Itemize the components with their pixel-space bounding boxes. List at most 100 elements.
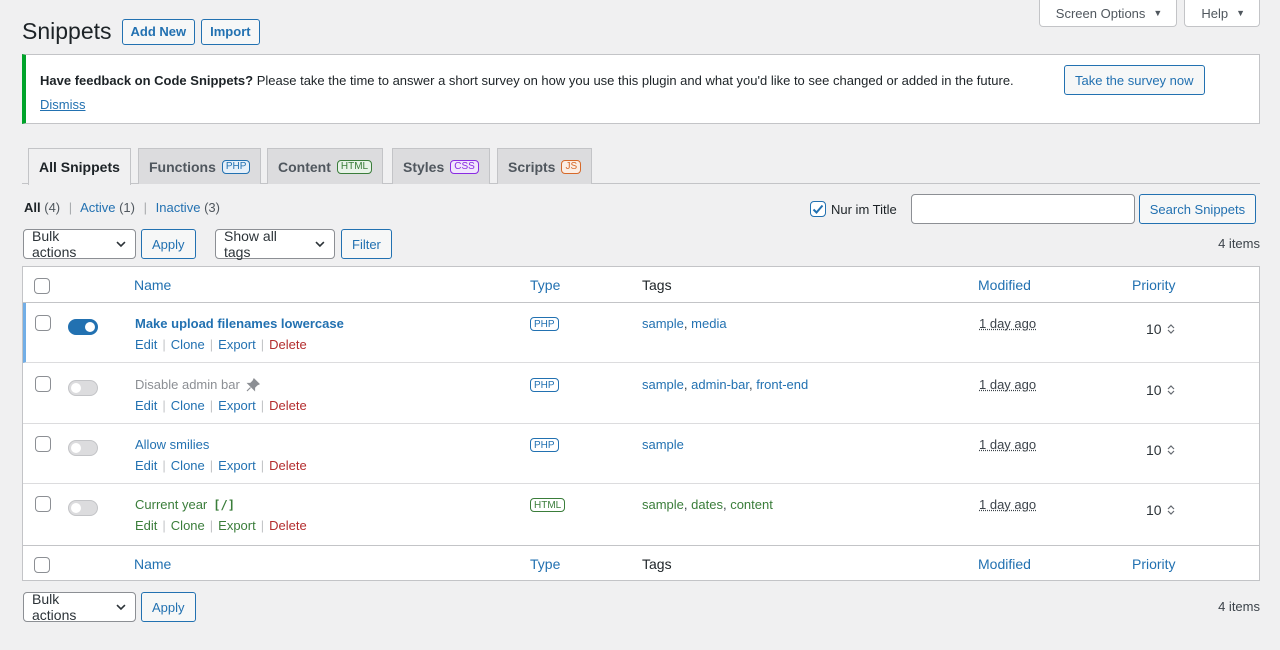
priority-value: 10 xyxy=(1146,321,1162,337)
tag-link[interactable]: sample xyxy=(642,377,684,392)
row-actions: Edit | Clone | Export | Delete xyxy=(135,518,307,533)
tab-all-snippets[interactable]: All Snippets xyxy=(28,148,131,185)
column-priority[interactable]: Priority xyxy=(1132,556,1176,572)
filter-active[interactable]: Active xyxy=(80,200,115,215)
tab-styles[interactable]: Styles CSS xyxy=(392,148,490,184)
export-link[interactable]: Export xyxy=(218,458,256,473)
spinner-arrows-icon xyxy=(1167,505,1175,515)
clone-link[interactable]: Clone xyxy=(171,398,205,413)
title-only-label: Nur im Title xyxy=(831,201,897,217)
priority-stepper[interactable]: 10 xyxy=(1146,321,1175,337)
html-badge: HTML xyxy=(530,498,566,512)
row-actions: Edit | Clone | Export | Delete xyxy=(135,458,307,473)
edit-link[interactable]: Edit xyxy=(135,518,157,533)
tab-functions[interactable]: Functions PHP xyxy=(138,148,262,184)
title-only-checkbox[interactable] xyxy=(810,201,826,217)
screen-options-button[interactable]: Screen Options ▼ xyxy=(1038,0,1178,27)
snippet-name-link[interactable]: Disable admin bar xyxy=(135,377,260,392)
apply-button[interactable]: Apply xyxy=(141,229,196,259)
tab-scripts[interactable]: Scripts JS xyxy=(497,148,593,184)
snippet-name-link[interactable]: Allow smilies xyxy=(135,437,209,452)
tag-link[interactable]: media xyxy=(691,316,726,331)
table-footer: Name Type Tags Modified Priority xyxy=(23,545,1259,581)
export-link[interactable]: Export xyxy=(218,518,256,533)
dismiss-link[interactable]: Dismiss xyxy=(40,97,86,112)
chevron-down-icon xyxy=(116,241,126,248)
edit-link[interactable]: Edit xyxy=(135,337,157,352)
html-badge: HTML xyxy=(336,159,373,174)
php-badge: PHP xyxy=(221,159,251,174)
priority-stepper[interactable]: 10 xyxy=(1146,502,1175,518)
export-link[interactable]: Export xyxy=(218,398,256,413)
delete-link[interactable]: Delete xyxy=(269,518,307,533)
filter-inactive[interactable]: Inactive xyxy=(156,200,201,215)
active-toggle[interactable] xyxy=(68,380,98,396)
column-type[interactable]: Type xyxy=(530,556,560,572)
edit-link[interactable]: Edit xyxy=(135,398,157,413)
search-input[interactable] xyxy=(910,194,1135,224)
priority-value: 10 xyxy=(1146,442,1162,458)
row-checkbox[interactable] xyxy=(35,496,51,512)
apply-button[interactable]: Apply xyxy=(141,592,196,622)
table-row: Current year [/] Edit | Clone | Export | Delet… xyxy=(23,484,1259,545)
delete-link[interactable]: Delete xyxy=(269,458,307,473)
tag-link[interactable]: admin-bar xyxy=(691,377,749,392)
clone-link[interactable]: Clone xyxy=(171,337,205,352)
caret-down-icon: ▼ xyxy=(1153,8,1163,18)
column-name[interactable]: Name xyxy=(134,556,171,572)
delete-link[interactable]: Delete xyxy=(269,398,307,413)
screen-meta: Screen Options ▼ Help ▼ xyxy=(1038,0,1260,27)
modified-date: 1 day ago xyxy=(979,437,1037,452)
tag-link[interactable]: front-end xyxy=(756,377,808,392)
priority-stepper[interactable]: 10 xyxy=(1146,382,1175,398)
active-toggle[interactable] xyxy=(68,319,98,335)
active-toggle[interactable] xyxy=(68,500,98,516)
import-button[interactable]: Import xyxy=(201,18,260,45)
tag-link[interactable]: content xyxy=(730,497,773,512)
bulk-actions-select[interactable]: Bulk actions xyxy=(23,228,136,260)
export-link[interactable]: Export xyxy=(218,337,256,352)
table-row: Allow smilies Edit | Clone | Export | Delete P… xyxy=(23,424,1259,484)
js-badge: JS xyxy=(561,159,582,174)
select-all-checkbox[interactable] xyxy=(34,557,50,573)
column-modified[interactable]: Modified xyxy=(978,556,1031,572)
help-button[interactable]: Help ▼ xyxy=(1184,0,1260,27)
page-heading: Snippets Add New Import xyxy=(22,17,260,46)
snippet-name-link[interactable]: Current year [/] xyxy=(135,497,235,512)
row-checkbox[interactable] xyxy=(35,315,51,331)
select-all-checkbox[interactable] xyxy=(34,278,50,294)
checkmark-icon xyxy=(812,204,824,214)
help-label: Help xyxy=(1201,5,1229,21)
tag-link[interactable]: sample xyxy=(642,437,684,452)
tag-link[interactable]: sample xyxy=(642,497,684,512)
edit-link[interactable]: Edit xyxy=(135,458,157,473)
add-new-button[interactable]: Add New xyxy=(121,18,196,45)
column-name[interactable]: Name xyxy=(134,277,171,293)
row-checkbox[interactable] xyxy=(35,376,51,392)
delete-link[interactable]: Delete xyxy=(269,337,307,352)
status-filters: All (4) | Active (1) | Inactive (3) xyxy=(24,200,220,215)
active-toggle[interactable] xyxy=(68,440,98,456)
bulk-actions-select[interactable]: Bulk actions xyxy=(23,591,136,623)
notice-message: Please take the time to answer a short s… xyxy=(253,73,1014,88)
snippet-name-link[interactable]: Make upload filenames lowercase xyxy=(135,316,344,331)
tags-filter-select[interactable]: Show all tags xyxy=(215,228,335,260)
tag-link[interactable]: sample xyxy=(642,316,684,331)
clone-link[interactable]: Clone xyxy=(171,518,205,533)
priority-stepper[interactable]: 10 xyxy=(1146,442,1175,458)
tab-content[interactable]: Content HTML xyxy=(267,148,384,184)
filter-button[interactable]: Filter xyxy=(341,229,392,259)
chevron-down-icon xyxy=(116,604,126,611)
tags-list: sample, dates, content xyxy=(642,497,773,512)
column-type[interactable]: Type xyxy=(530,277,560,293)
tag-link[interactable]: dates xyxy=(691,497,723,512)
survey-button[interactable]: Take the survey now xyxy=(1064,65,1205,95)
row-checkbox[interactable] xyxy=(35,436,51,452)
column-priority[interactable]: Priority xyxy=(1132,277,1176,293)
column-modified[interactable]: Modified xyxy=(978,277,1031,293)
priority-value: 10 xyxy=(1146,382,1162,398)
filter-all[interactable]: All xyxy=(24,200,41,215)
clone-link[interactable]: Clone xyxy=(171,458,205,473)
search-snippets-button[interactable]: Search Snippets xyxy=(1138,194,1257,224)
spinner-arrows-icon xyxy=(1167,445,1175,455)
